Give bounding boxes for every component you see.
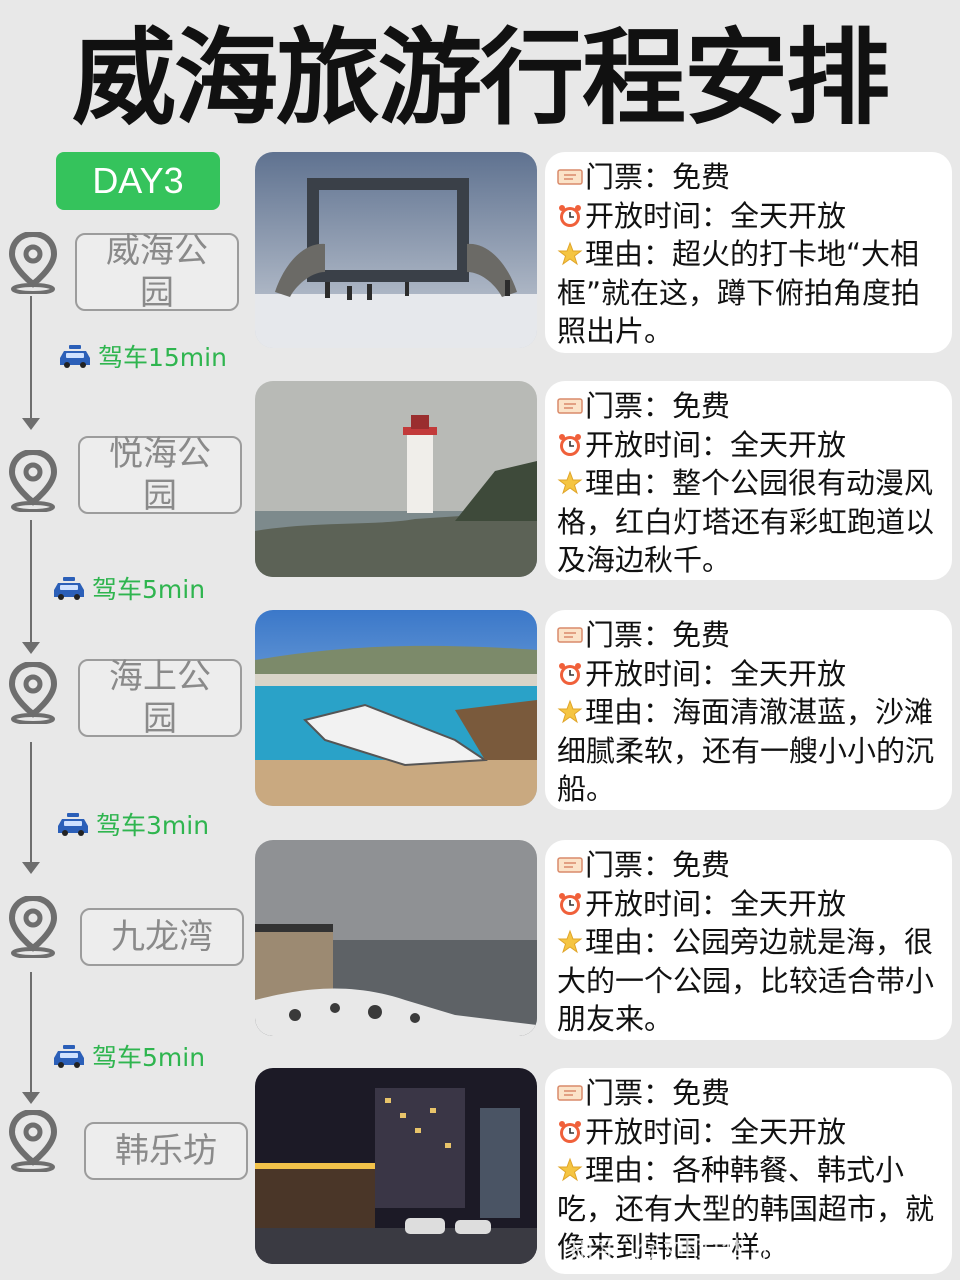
reason-line: 理由：整个公园很有动漫风格，红白灯塔还有彩虹跑道以及海边秋千。 (557, 464, 944, 580)
ticket-icon (557, 398, 583, 414)
photo-weihai-park-frame (255, 152, 537, 348)
day-badge: DAY3 (56, 152, 220, 210)
ticket-line: 门票：免费 (557, 616, 944, 655)
hours-text: 开放时间：全天开放 (585, 1114, 847, 1149)
taxi-car-icon (58, 813, 88, 836)
stop-name-4: 九龙湾 (80, 908, 244, 966)
arrow-down-icon (22, 1092, 40, 1104)
location-pin-icon (8, 1110, 58, 1172)
hours-text: 开放时间：全天开放 (585, 656, 847, 691)
hours-line: 开放时间：全天开放 (557, 885, 944, 924)
hours-line: 开放时间：全天开放 (557, 1113, 944, 1152)
route-line (30, 520, 32, 644)
ticket-text: 门票：免费 (585, 389, 731, 423)
alarm-clock-icon (559, 662, 581, 685)
reason-line: 理由：海面清澈湛蓝，沙滩细腻柔软，还有一艘小小的沉船。 (557, 693, 944, 809)
drive-label: 驾车3min (96, 811, 210, 840)
star-icon (557, 241, 583, 266)
drive-time-3: 驾车3min (56, 808, 209, 840)
reason-line: 理由：公园旁边就是海，很大的一个公园，比较适合带小朋友来。 (557, 923, 944, 1039)
taxi-car-icon (54, 577, 84, 600)
ticket-icon (557, 627, 583, 643)
drive-time-1: 驾车15min (58, 340, 227, 372)
star-icon (557, 1157, 583, 1182)
stop-name-3: 海上公园 (78, 657, 242, 739)
page-title: 威海旅游行程安排 (71, 17, 890, 139)
photo-sea-park-shipwreck (255, 610, 537, 806)
arrow-down-icon (22, 642, 40, 654)
hours-text: 开放时间：全天开放 (585, 198, 847, 233)
star-icon (557, 699, 583, 724)
hours-line: 开放时间：全天开放 (557, 655, 944, 694)
arrow-down-icon (22, 418, 40, 430)
info-card-1: 门票：免费 开放时间：全天开放 理由：超火的打卡地“大相框”就在这，蹲下俯拍角度… (545, 152, 952, 353)
alarm-clock-icon (559, 1120, 581, 1143)
star-icon (557, 470, 583, 495)
stop-name-2: 悦海公园 (78, 434, 242, 516)
route-line (30, 972, 32, 1094)
photo-yuehai-lighthouse (255, 381, 537, 577)
drive-label: 驾车5min (92, 1043, 206, 1072)
reason-text: 理由：超火的打卡地“大相框”就在这，蹲下俯拍角度拍照出片。 (557, 237, 921, 348)
star-icon (557, 929, 583, 954)
reason-text: 理由：整个公园很有动漫风格，红白灯塔还有彩虹跑道以及海边秋千。 (557, 466, 935, 577)
route-line (30, 742, 32, 864)
hours-text: 开放时间：全天开放 (585, 427, 847, 462)
location-pin-icon (8, 896, 58, 958)
drive-time-2: 驾车5min (52, 572, 205, 604)
hours-text: 开放时间：全天开放 (585, 886, 847, 921)
info-card-3: 门票：免费 开放时间：全天开放 理由：海面清澈湛蓝，沙滩细腻柔软，还有一艘小小的… (545, 610, 952, 810)
photo-hanlefang-night (255, 1068, 537, 1264)
ticket-line: 门票：免费 (557, 158, 944, 197)
arrow-down-icon (22, 862, 40, 874)
taxi-car-icon (60, 345, 90, 368)
taxi-car-icon (54, 1045, 84, 1068)
ticket-icon (557, 169, 583, 185)
location-pin-icon (8, 450, 58, 512)
stop-name-1: 威海公园 (75, 231, 239, 313)
info-card-4: 门票：免费 开放时间：全天开放 理由：公园旁边就是海，很大的一个公园，比较适合带… (545, 840, 952, 1040)
info-card-2: 门票：免费 开放时间：全天开放 理由：整个公园很有动漫风格，红白灯塔还有彩虹跑道… (545, 381, 952, 580)
drive-label: 驾车15min (98, 343, 227, 372)
photo-jiulong-bay (255, 840, 537, 1036)
ticket-text: 门票：免费 (585, 848, 731, 882)
route-line (30, 296, 32, 420)
ticket-icon (557, 857, 583, 873)
location-pin-icon (8, 232, 58, 294)
ticket-text: 门票：免费 (585, 618, 731, 652)
ticket-icon (557, 1085, 583, 1101)
watermark-text: 知乎 @刘国华·广慧旅游 (566, 1235, 876, 1268)
reason-text: 理由：海面清澈湛蓝，沙滩细腻柔软，还有一艘小小的沉船。 (557, 695, 935, 806)
alarm-clock-icon (559, 433, 581, 456)
hours-line: 开放时间：全天开放 (557, 197, 944, 236)
location-pin-icon (8, 662, 58, 724)
reason-text: 理由：公园旁边就是海，很大的一个公园，比较适合带小朋友来。 (557, 925, 935, 1036)
ticket-line: 门票：免费 (557, 1074, 944, 1113)
alarm-clock-icon (559, 892, 581, 915)
drive-label: 驾车5min (92, 575, 206, 604)
hours-line: 开放时间：全天开放 (557, 426, 944, 465)
alarm-clock-icon (559, 204, 581, 227)
ticket-line: 门票：免费 (557, 846, 944, 885)
reason-line: 理由：超火的打卡地“大相框”就在这，蹲下俯拍角度拍照出片。 (557, 235, 944, 351)
stop-name-5: 韩乐坊 (84, 1122, 248, 1180)
ticket-text: 门票：免费 (585, 160, 731, 194)
ticket-line: 门票：免费 (557, 387, 944, 426)
ticket-text: 门票：免费 (585, 1076, 731, 1110)
drive-time-4: 驾车5min (52, 1040, 205, 1072)
